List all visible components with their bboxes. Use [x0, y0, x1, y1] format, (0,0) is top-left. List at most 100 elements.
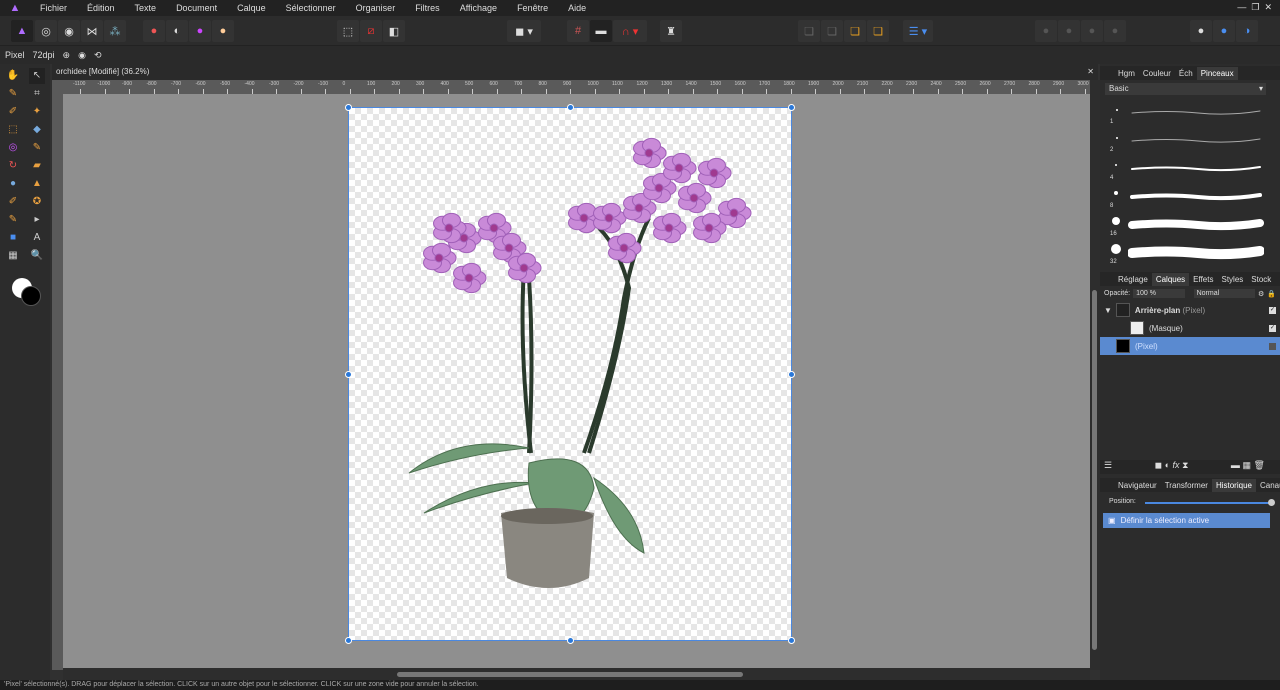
horizontal-scrollbar[interactable] [63, 668, 1090, 680]
menu-affichage[interactable]: Affichage [450, 3, 507, 13]
layer-visibility-checkbox[interactable]: ✓ [1269, 306, 1276, 314]
layer-row-arriere-plan[interactable]: ▼ Arrière-plan (Pixel) ✓ [1100, 301, 1280, 319]
selection-add-icon[interactable]: ● [1190, 20, 1212, 42]
resize-handle-top-left[interactable] [345, 104, 352, 111]
lock-icon[interactable]: 🔒 [1267, 290, 1276, 298]
tone-mapping-persona-icon[interactable]: ⋈ [81, 20, 103, 42]
close-document-icon[interactable]: ✕ [1087, 64, 1094, 80]
photo-persona-icon[interactable]: ▲ [11, 20, 33, 42]
quick-mask-dropdown[interactable]: ◼ ▾ [507, 20, 541, 42]
blemish-tool-icon[interactable]: ✪ [29, 194, 45, 210]
develop-persona-icon[interactable]: ◉ [58, 20, 80, 42]
document-canvas[interactable] [345, 104, 795, 644]
tab-canaux[interactable]: Canaux [1256, 479, 1280, 492]
dodge-tool-icon[interactable]: ● [5, 176, 21, 192]
arrange-front-icon[interactable]: ❏ [867, 20, 889, 42]
menu-fichier[interactable]: Fichier [30, 3, 77, 13]
boolean-intersect-icon[interactable]: ● [1081, 20, 1103, 42]
menu-texte[interactable]: Texte [125, 3, 167, 13]
contrast-icon[interactable]: ◐ [166, 20, 188, 42]
brush-preset[interactable]: 1 [1100, 99, 1272, 127]
node-tool-icon[interactable]: ▸ [29, 212, 45, 228]
menu-organiser[interactable]: Organiser [346, 3, 406, 13]
export-persona-icon[interactable]: ⁂ [104, 20, 126, 42]
layer-visibility-checkbox[interactable]: ✓ [1269, 324, 1276, 332]
levels-icon[interactable]: ● [143, 20, 165, 42]
snap-options-icon[interactable]: ▬ [590, 20, 612, 42]
boolean-subtract-icon[interactable]: ● [1058, 20, 1080, 42]
arrange-forward-icon[interactable]: ❏ [844, 20, 866, 42]
select-all-icon[interactable]: ⬚ [337, 20, 359, 42]
selection-brush-tool-icon[interactable]: ✐ [5, 104, 21, 120]
history-position-slider[interactable] [1145, 502, 1271, 504]
paint-brush-tool-icon[interactable]: ✎ [29, 140, 45, 156]
selection-subtract-icon[interactable]: ● [1213, 20, 1235, 42]
unit-label[interactable]: Pixel [5, 50, 25, 60]
crop-tool-icon[interactable]: ⌗ [29, 86, 45, 102]
tab-histogram[interactable]: Hgm [1114, 67, 1139, 80]
tab-stock[interactable]: Stock [1247, 273, 1275, 286]
horizontal-scroll-thumb[interactable] [397, 672, 743, 677]
eraser-tool-icon[interactable]: ▰ [29, 158, 45, 174]
zoom-tool-icon[interactable]: 🔍 [29, 248, 45, 264]
history-position-knob[interactable] [1268, 499, 1275, 506]
menu-aide[interactable]: Aide [558, 3, 596, 13]
brush-preset[interactable]: 8 [1100, 183, 1272, 211]
selection-intersect-icon[interactable]: ◑ [1236, 20, 1258, 42]
tab-navigateur[interactable]: Navigateur [1114, 479, 1161, 492]
menu-document[interactable]: Document [166, 3, 227, 13]
tab-transformer[interactable]: Transformer [1161, 479, 1212, 492]
group-icon[interactable]: ▬ [1231, 460, 1240, 470]
mesh-warp-tool-icon[interactable]: ▦ [5, 248, 21, 264]
color-replacement-tool-icon[interactable]: ↻ [5, 158, 21, 174]
preview-icon[interactable]: ◉ [78, 50, 86, 61]
resize-handle-bottom-right[interactable] [788, 637, 795, 644]
menu-fenetre[interactable]: Fenêtre [507, 3, 558, 13]
arrange-back-icon[interactable]: ❏ [798, 20, 820, 42]
hand-tool-icon[interactable]: ✋ [5, 68, 21, 84]
live-filter-icon[interactable]: ⧗ [1182, 460, 1188, 470]
brush-preset[interactable]: 2 [1100, 127, 1272, 155]
move-tool-icon[interactable]: ↖ [29, 68, 45, 84]
brush-preset[interactable]: 16 [1100, 211, 1272, 239]
menu-calque[interactable]: Calque [227, 3, 276, 13]
layer-visibility-checkbox[interactable] [1269, 342, 1276, 350]
clone-tool-icon[interactable]: ▲ [29, 176, 45, 192]
history-item[interactable]: ▣ Définir la sélection active [1103, 513, 1270, 528]
resize-handle-top-right[interactable] [788, 104, 795, 111]
tab-calques[interactable]: Calques [1151, 272, 1190, 286]
grid-snap-icon[interactable]: # [567, 20, 589, 42]
resize-handle-left[interactable] [345, 371, 352, 378]
gradient-tool-icon[interactable]: ◎ [5, 140, 21, 156]
eyedropper-tool-icon[interactable]: ✎ [5, 86, 21, 102]
affinity-logo-icon[interactable]: ▲ [0, 2, 30, 14]
tab-echantillons[interactable]: Éch [1175, 67, 1197, 80]
blend-mode-select[interactable]: Normal [1193, 289, 1255, 298]
dpi-label[interactable]: 72dpi [33, 50, 55, 60]
flood-select-tool-icon[interactable]: ✦ [29, 104, 45, 120]
opacity-input[interactable]: 100 % [1133, 289, 1185, 298]
add-layer-icon[interactable]: ▦ [1242, 460, 1251, 470]
vertical-scroll-thumb[interactable] [1092, 290, 1097, 650]
boolean-add-icon[interactable]: ● [1035, 20, 1057, 42]
color-wheel-icon[interactable]: ● [189, 20, 211, 42]
fill-tool-icon[interactable]: ◆ [29, 122, 45, 138]
anchor-icon[interactable]: ⊕ [63, 50, 71, 61]
snapping-magnet-icon[interactable]: ∩ ▾ [613, 20, 647, 42]
tab-historique[interactable]: Historique [1211, 478, 1256, 492]
tab-effets[interactable]: Effets [1189, 273, 1217, 286]
tab-couleur[interactable]: Couleur [1139, 67, 1175, 80]
brush-preset[interactable]: 32 [1100, 239, 1272, 267]
brush-preset[interactable]: 4 [1100, 155, 1272, 183]
align-dropdown[interactable]: ☰ ▾ [903, 20, 933, 42]
invert-selection-icon[interactable]: ◧ [383, 20, 405, 42]
assistant-icon[interactable]: ♜ [660, 20, 682, 42]
vertical-scrollbar[interactable] [1090, 80, 1100, 670]
inpainting-tool-icon[interactable]: ✎ [5, 212, 21, 228]
text-tool-icon[interactable]: A [29, 230, 45, 246]
transform-origin-icon[interactable]: ⟲ [94, 50, 102, 61]
layer-settings-icon[interactable]: ⚙ [1258, 290, 1264, 298]
delete-layer-icon[interactable]: 🗑 [1253, 460, 1264, 470]
tab-styles[interactable]: Styles [1217, 273, 1247, 286]
resize-handle-right[interactable] [788, 371, 795, 378]
